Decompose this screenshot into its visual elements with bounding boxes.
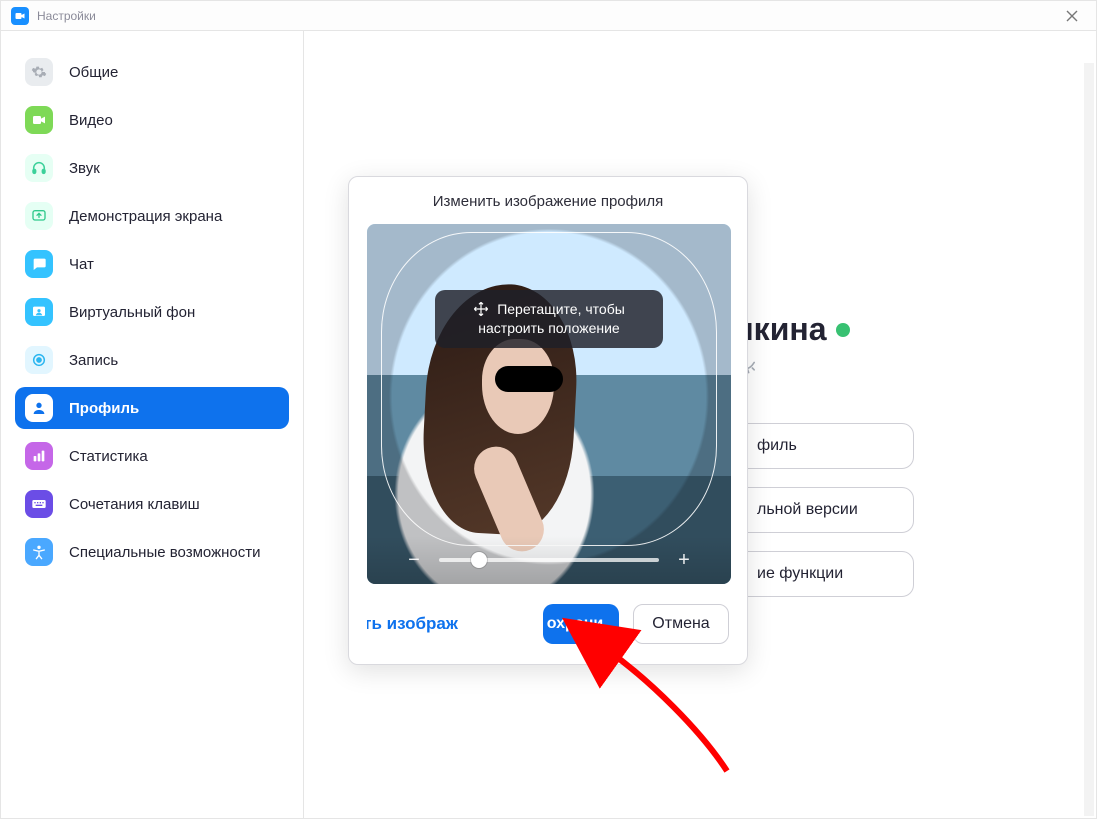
sidebar-item-label: Чат [69,256,94,273]
zoom-out-icon[interactable]: − [405,549,423,572]
zoom-slider[interactable]: − + [367,536,731,584]
gear-icon [25,58,53,86]
save-button[interactable]: охрани [543,604,619,644]
sidebar-item-label: Видео [69,112,113,129]
sidebar-item-screen-share[interactable]: Демонстрация экрана [15,195,289,237]
app-icon [11,7,29,25]
accessibility-icon [25,538,53,566]
hide-icon[interactable] [734,360,914,381]
virtual-background-icon [25,298,53,326]
sidebar-item-shortcuts[interactable]: Сочетания клавиш [15,483,289,525]
sidebar: Общие Видео Звук Демонстрация экрана [1,31,304,818]
modal-title: Изменить изображение профиля [367,193,729,210]
zoom-thumb[interactable] [471,552,487,568]
sidebar-item-chat[interactable]: Чат [15,243,289,285]
move-icon [473,301,489,317]
chat-icon [25,250,53,278]
profile-btn-3[interactable]: ие функции [734,551,914,597]
settings-window: Настройки Общие Видео [0,0,1097,819]
drag-tooltip: Перетащите, чтобы настроить положение [435,290,663,348]
scrollbar[interactable] [1084,63,1094,816]
image-cropper[interactable]: Перетащите, чтобы настроить положение − … [367,224,731,584]
title-bar: Настройки [1,1,1096,31]
window-title: Настройки [37,9,96,23]
zoom-in-icon[interactable]: + [675,549,693,572]
change-photo-modal: Изменить изображение профиля Перетащите,… [348,176,748,665]
sidebar-item-audio[interactable]: Звук [15,147,289,189]
cancel-button[interactable]: Отмена [633,604,729,644]
change-image-link[interactable]: енить изображ [367,614,458,634]
profile-btn-1[interactable]: филь [734,423,914,469]
keyboard-icon [25,490,53,518]
sidebar-item-label: Общие [69,64,118,81]
sidebar-item-virtual-bg[interactable]: Виртуальный фон [15,291,289,333]
sidebar-item-label: Запись [69,352,118,369]
sidebar-item-video[interactable]: Видео [15,99,289,141]
video-icon [25,106,53,134]
profile-btn-2[interactable]: льной версии [734,487,914,533]
sidebar-item-profile[interactable]: Профиль [15,387,289,429]
profile-name: икина [734,311,914,348]
sidebar-item-label: Сочетания клавиш [69,496,200,513]
screen-share-icon [25,202,53,230]
sidebar-item-label: Статистика [69,448,148,465]
profile-icon [25,394,53,422]
sidebar-item-general[interactable]: Общие [15,51,289,93]
zoom-track[interactable] [439,558,659,562]
status-indicator [836,323,850,337]
window-close-button[interactable] [1058,2,1086,30]
profile-header: икина филь льной версии ие функции [734,311,914,597]
crop-mask [367,224,731,584]
statistics-icon [25,442,53,470]
sidebar-item-label: Профиль [69,400,139,417]
sidebar-item-record[interactable]: Запись [15,339,289,381]
sidebar-item-statistics[interactable]: Статистика [15,435,289,477]
headphones-icon [25,154,53,182]
record-icon [25,346,53,374]
sidebar-item-label: Звук [69,160,100,177]
sidebar-item-label: Специальные возможности [69,544,261,561]
sidebar-item-label: Демонстрация экрана [69,208,222,225]
sidebar-item-label: Виртуальный фон [69,304,195,321]
sidebar-item-accessibility[interactable]: Специальные возможности [15,531,289,573]
